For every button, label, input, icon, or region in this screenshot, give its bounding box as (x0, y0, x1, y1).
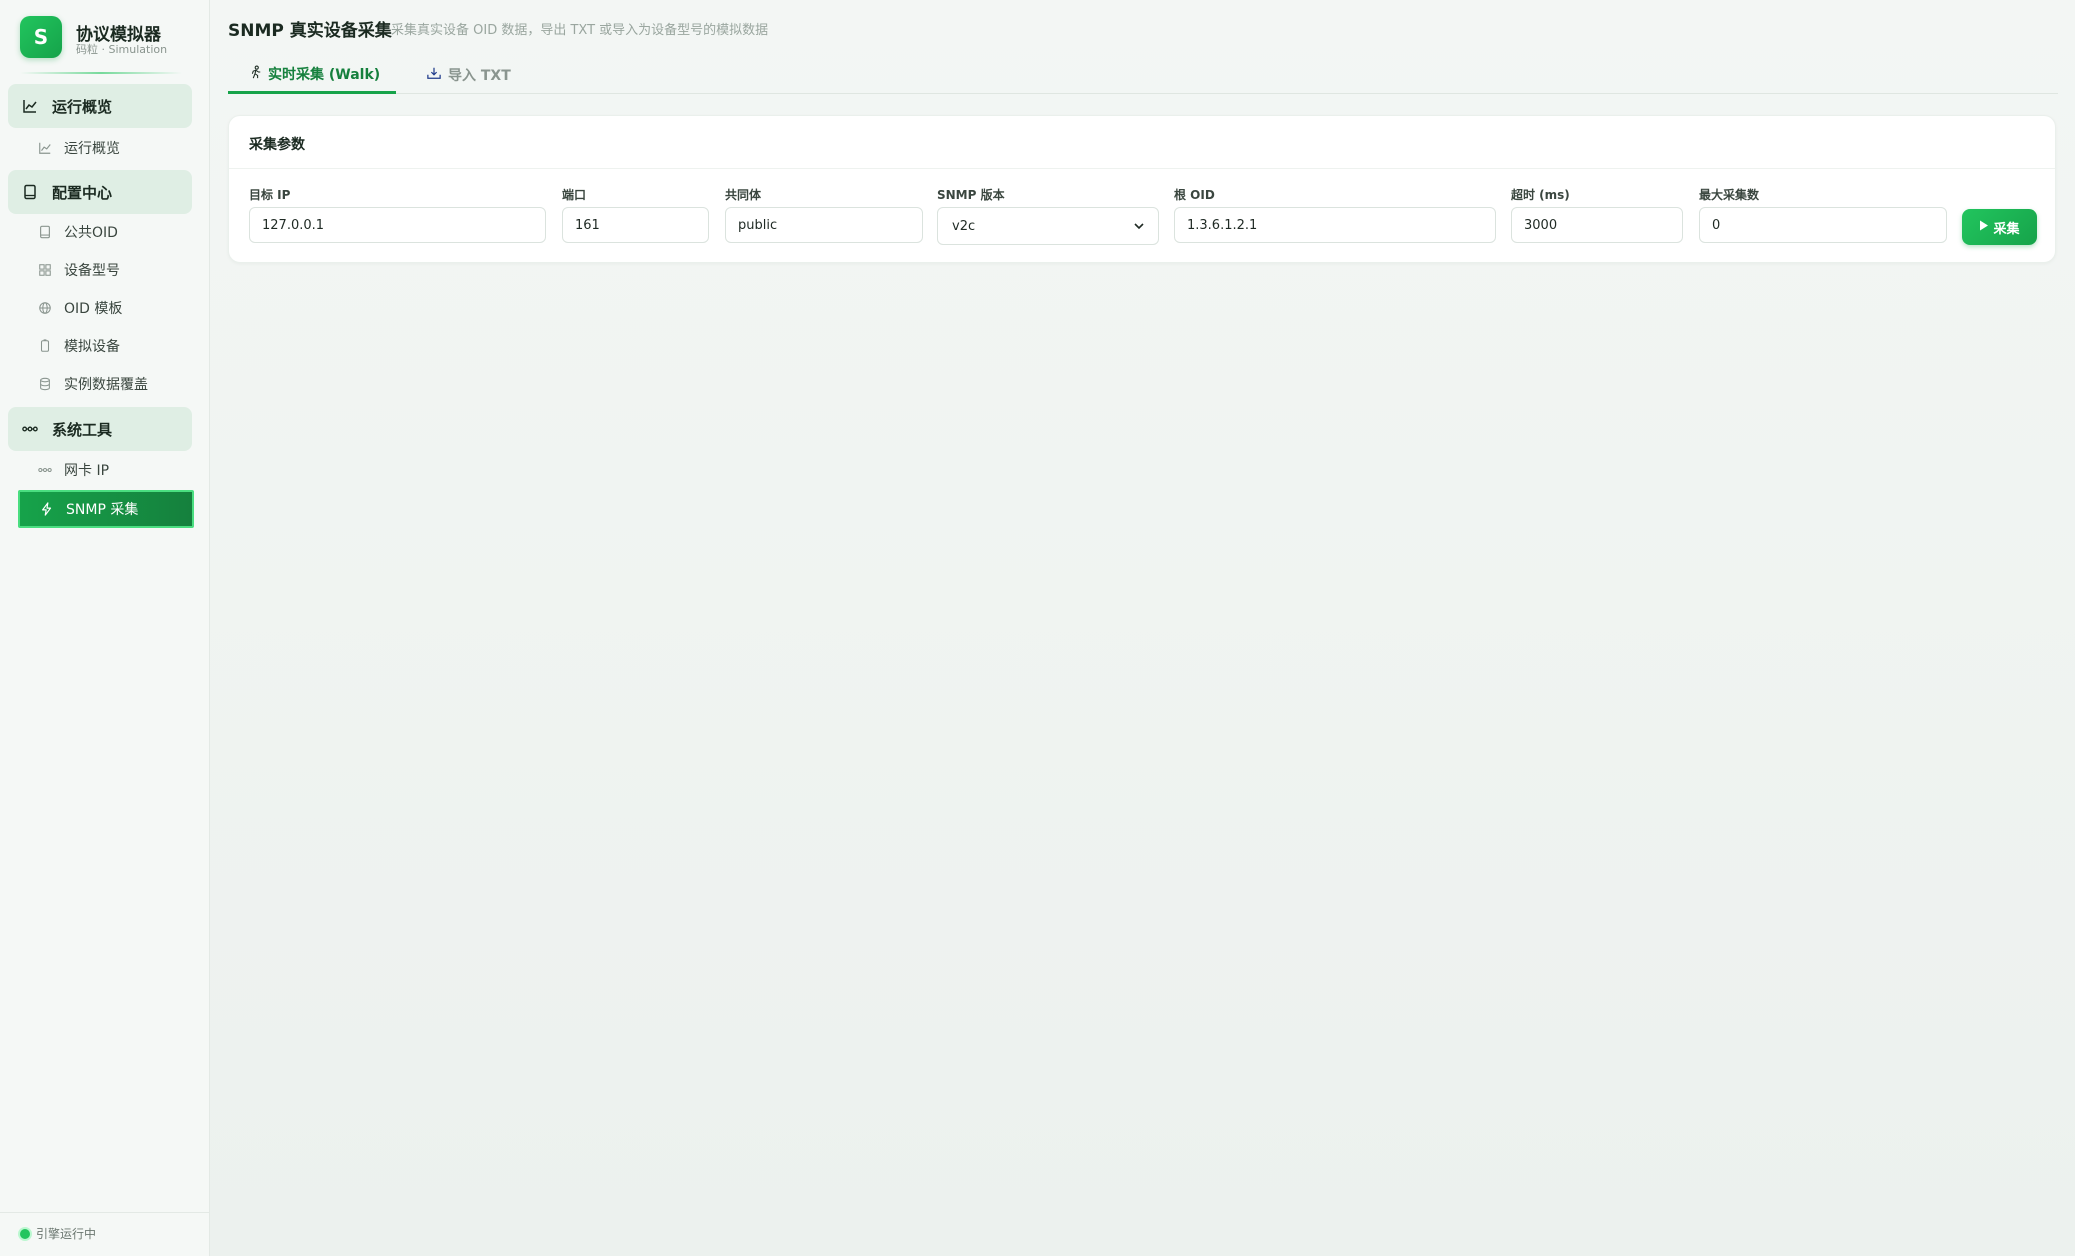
tab-label: 导入 TXT (448, 68, 511, 84)
book-icon (22, 184, 38, 200)
import-icon (426, 66, 442, 84)
sidebar-item-nic-ip[interactable]: 网卡 IP (18, 452, 193, 488)
status-dot-icon (20, 1228, 30, 1239)
engine-status-label: 引擎运行中 (36, 1227, 97, 1241)
brand: S 协议模拟器 码粒 · Simulation (20, 16, 190, 74)
sidebar-item-label: 运行概览 (64, 141, 120, 157)
chart-line-icon (38, 141, 52, 155)
app-logo: S (20, 16, 62, 58)
tab-label: 实时采集 (Walk) (268, 66, 381, 83)
timeout-label: 超时 (ms) (1511, 188, 1570, 202)
bolt-icon (40, 502, 54, 516)
collect-button[interactable]: 采集 (1962, 209, 2037, 245)
root-oid-label: 根 OID (1174, 188, 1215, 202)
globe-icon (38, 301, 52, 315)
database-icon (38, 377, 52, 391)
sidebar-item-public-oid[interactable]: 公共OID (18, 214, 193, 250)
community-label: 共同体 (725, 188, 762, 202)
sidebar-item-device-model[interactable]: 设备型号 (18, 252, 193, 288)
tab-import-txt[interactable]: 导入 TXT (406, 56, 526, 94)
nav-group-config[interactable]: 配置中心 (8, 170, 192, 214)
timeout-input[interactable] (1511, 207, 1683, 243)
page-subtitle: 采集真实设备 OID 数据，导出 TXT 或导入为设备型号的模拟数据 (391, 23, 769, 38)
sidebar-item-snmp-collect[interactable]: SNMP 采集 (18, 490, 194, 528)
tab-bar: 实时采集 (Walk) 导入 TXT (228, 56, 2058, 94)
tab-walk[interactable]: 实时采集 (Walk) (228, 56, 396, 94)
chart-line-icon (22, 98, 38, 114)
engine-status: 引擎运行中 (20, 1225, 96, 1242)
sidebar-item-overview[interactable]: 运行概览 (18, 130, 193, 166)
sidebar-item-label: 模拟设备 (64, 339, 120, 355)
max-count-input[interactable] (1699, 207, 1947, 243)
port-input[interactable] (562, 207, 709, 243)
nav-group-overview[interactable]: 运行概览 (8, 84, 192, 128)
sidebar-item-sim-device[interactable]: 模拟设备 (18, 328, 193, 364)
nav-group-label: 系统工具 (52, 420, 113, 439)
nav-group-tools[interactable]: 系统工具 (8, 407, 192, 451)
community-input[interactable] (725, 207, 923, 243)
sidebar-item-label: 实例数据覆盖 (64, 377, 148, 393)
network-icon (22, 421, 38, 437)
target-ip-label: 目标 IP (249, 188, 291, 202)
sidebar-item-label: 网卡 IP (64, 463, 110, 479)
root-oid-input[interactable] (1174, 207, 1496, 243)
app-subtitle: 码粒 · Simulation (76, 43, 168, 56)
sidebar-item-label: 公共OID (64, 225, 118, 241)
device-icon (38, 339, 52, 353)
card-title: 采集参数 (249, 137, 305, 153)
snmp-version-select[interactable]: v2c (937, 207, 1159, 245)
book-icon (38, 225, 52, 239)
sidebar-item-oid-template[interactable]: OID 模板 (18, 290, 193, 326)
nav-group-label: 运行概览 (52, 97, 113, 116)
sidebar: S 协议模拟器 码粒 · Simulation 运行概览 运行概览 配置中心 公… (0, 0, 210, 1256)
sidebar-footer-divider (0, 1212, 210, 1213)
nav-group-label: 配置中心 (52, 183, 113, 202)
collect-button-label: 采集 (1993, 221, 2020, 237)
grid-icon (38, 263, 52, 277)
snmp-version-value: v2c (952, 218, 976, 234)
sidebar-item-label: OID 模板 (64, 301, 123, 317)
chevron-down-icon (1134, 220, 1144, 233)
max-count-label: 最大采集数 (1699, 188, 1760, 202)
collect-params-card: 采集参数 目标 IP 端口 共同体 SNMP 版本 v2c 根 OID 超时 (… (228, 115, 2056, 263)
play-icon (1979, 220, 1989, 234)
brand-divider (20, 72, 182, 74)
network-icon (38, 463, 52, 477)
walk-icon (248, 65, 262, 83)
target-ip-input[interactable] (249, 207, 546, 243)
card-divider (229, 168, 2055, 169)
sidebar-item-label: 设备型号 (64, 263, 120, 279)
sidebar-item-label: SNMP 采集 (66, 502, 139, 518)
port-label: 端口 (562, 188, 587, 202)
sidebar-item-instance-override[interactable]: 实例数据覆盖 (18, 366, 193, 402)
snmp-version-label: SNMP 版本 (937, 188, 1005, 202)
page-title: SNMP 真实设备采集 (228, 21, 392, 41)
